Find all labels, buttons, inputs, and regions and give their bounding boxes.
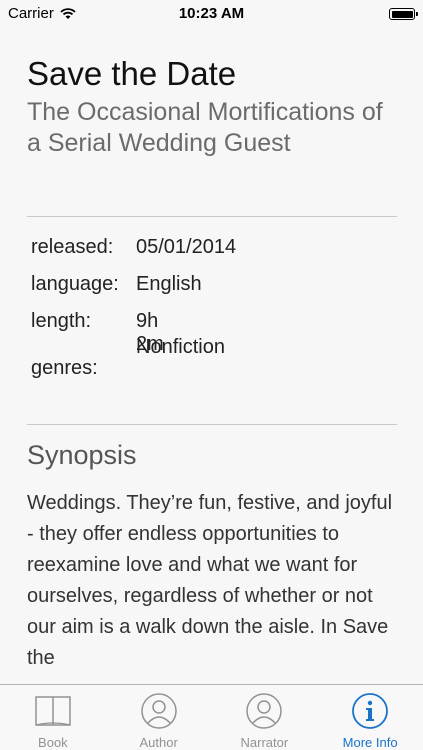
synopsis-heading: Synopsis [27, 440, 137, 470]
status-bar: Carrier 10:23 AM [0, 0, 423, 28]
divider [27, 216, 397, 217]
book-header: Save the Date The Occasional Mortificati… [27, 52, 397, 159]
tab-bar: Book Author Narrator More Info [0, 684, 423, 750]
person-icon [244, 691, 284, 731]
person-icon [139, 691, 179, 731]
tab-author[interactable]: Author [106, 685, 212, 750]
book-title: Save the Date [27, 55, 237, 92]
battery-icon [389, 8, 418, 20]
tab-author-label: Author [139, 735, 178, 750]
genres-value[interactable]: Nonfiction [136, 336, 225, 359]
info-icon [350, 691, 390, 731]
length-label: length: [31, 310, 92, 332]
tab-book[interactable]: Book [0, 685, 106, 750]
divider [27, 424, 397, 425]
tab-narrator-label: Narrator [240, 735, 289, 750]
released-value: 05/01/2014 [136, 236, 237, 258]
synopsis-text: Weddings. They’re fun, festive, and joyf… [27, 492, 393, 669]
tab-more-info-label: More Info [342, 735, 398, 750]
tab-book-label: Book [38, 735, 68, 750]
status-time: 10:23 AM [178, 5, 245, 22]
genres-label: genres: [31, 357, 98, 379]
tab-narrator[interactable]: Narrator [212, 685, 318, 750]
book-subtitle: The Occasional Mortifications of a Seria… [27, 98, 383, 157]
language-value: English [136, 273, 202, 295]
released-label: released: [31, 236, 114, 258]
tab-more-info[interactable]: More Info [317, 685, 423, 750]
book-icon [33, 691, 73, 731]
language-label: language: [31, 273, 119, 295]
